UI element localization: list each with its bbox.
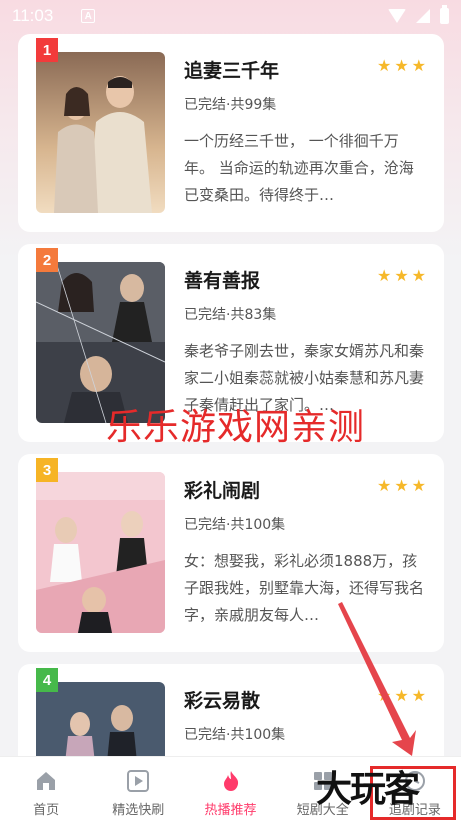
flame-icon [223,771,238,791]
rank-badge: 1 [36,38,58,62]
wifi-icon [388,9,406,23]
battery-icon [440,5,449,24]
drama-title: 追妻三千年 [184,60,280,82]
annotation-arrow-icon [338,602,416,756]
tab-featured[interactable]: 精选快刷 [92,757,184,823]
poster-image [36,52,165,213]
rank-badge: 4 [36,668,58,692]
star-icon: ★ [411,476,426,495]
drama-card[interactable]: 1 追妻三千年 ★ ★ ★ 已完结·共99集 一个历经三千世， 一个徘徊千万年。… [18,34,444,232]
status-bar: 11:03 A [0,0,461,32]
star-icon: ★ [376,56,392,75]
tab-label: 首页 [33,803,60,818]
star-icon: ★ [411,56,426,75]
home-icon [37,772,56,790]
status-indicators [388,5,449,24]
star-icon: ★ [394,476,409,495]
rank-badge: 2 [36,248,58,272]
episode-status: 已完结·共100集 [184,517,286,533]
episode-status: 已完结·共100集 [184,727,286,743]
watermark-logo: 大玩客 [316,768,420,810]
watermark-text: 乐乐游戏网亲测 [106,407,366,448]
rank-badge: 3 [36,458,58,482]
drama-title: 彩礼闹剧 [184,480,261,502]
rating-stars: ★ ★ ★ [377,268,426,284]
episode-status: 已完结·共99集 [184,97,277,113]
play-icon [127,770,150,792]
poster-image [36,472,165,633]
tab-label: 热播推荐 [204,803,257,818]
rating-stars: ★ ★ ★ [377,478,426,494]
drama-title: 彩云易散 [184,690,261,712]
star-icon: ★ [394,266,409,285]
status-time: 11:03 [12,6,54,25]
rating-stars: ★ ★ ★ [377,58,426,74]
tab-trending[interactable]: 热播推荐 [184,757,276,823]
notification-icon: A [81,9,96,23]
star-icon: ★ [411,266,426,285]
star-icon: ★ [376,266,392,285]
drama-poster[interactable] [36,472,165,633]
signal-icon [416,9,430,23]
tab-home[interactable]: 首页 [0,757,92,823]
drama-description: 一个历经三千世， 一个徘徊千万年。 当命运的轨迹再次重合，沧海已变桑田。待得终于… [184,132,414,204]
tab-label: 精选快刷 [112,803,165,818]
drama-poster[interactable] [36,52,165,213]
episode-status: 已完结·共83集 [184,307,277,323]
drama-title: 善有善报 [184,270,261,292]
star-icon: ★ [376,476,392,495]
star-icon: ★ [394,56,409,75]
